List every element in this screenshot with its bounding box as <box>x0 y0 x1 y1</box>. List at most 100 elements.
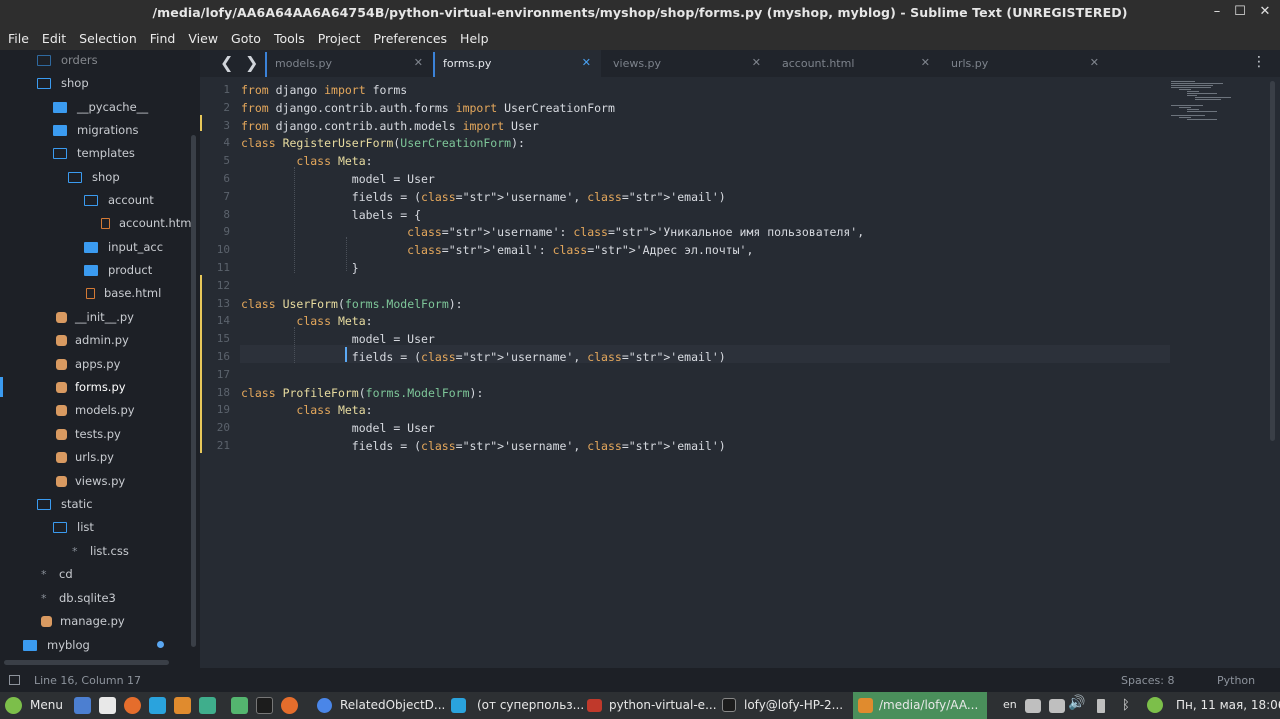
clock[interactable]: Пн, 11 мая, 18:06 <box>1176 698 1280 712</box>
code-editor[interactable]: 1 from django import forms 2 from django.co… <box>200 77 1280 668</box>
menu-help[interactable]: Help <box>460 31 489 46</box>
chevron-left-icon[interactable]: ❮ <box>220 53 233 72</box>
tab-views-py[interactable]: views.py ✕ <box>603 50 771 77</box>
sidebar-item-static[interactable]: static <box>37 494 93 514</box>
tab-urls-py[interactable]: urls.py ✕ <box>941 50 1109 77</box>
code-line[interactable]: 5 class Meta: <box>200 152 1280 170</box>
sidebar-item-tests-py[interactable]: tests.py <box>56 424 121 444</box>
sidebar-item-base-html[interactable]: base.html <box>86 283 161 303</box>
sidebar-item-admin-py[interactable]: admin.py <box>56 330 129 350</box>
menu-edit[interactable]: Edit <box>42 31 66 46</box>
terminal-icon[interactable] <box>256 697 273 714</box>
code-line[interactable]: 21 fields = (class="str">'username', cla… <box>200 437 1280 455</box>
code-line[interactable]: 11 } <box>200 259 1280 277</box>
desktop-icon[interactable] <box>74 697 91 714</box>
sidebar-item-input-acc[interactable]: input_acc <box>84 237 163 257</box>
menu-find[interactable]: Find <box>150 31 176 46</box>
more-vertical-icon[interactable]: ⋮ <box>1252 54 1266 70</box>
menu-button[interactable]: Menu <box>30 698 63 712</box>
code-line[interactable]: 13 class UserForm(forms.ModelForm): <box>200 295 1280 313</box>
sidebar-item-account-html[interactable]: account.html <box>101 213 195 233</box>
sidebar-item-migrations[interactable]: migrations <box>53 120 139 140</box>
sidebar-horizontal-scrollbar[interactable] <box>4 660 169 665</box>
sidebar-item-shop[interactable]: shop <box>37 73 89 93</box>
telegram-icon[interactable] <box>149 697 166 714</box>
minimap[interactable] <box>1171 81 1231 121</box>
sidebar-item-myblog[interactable]: myblog <box>23 635 90 655</box>
app-icon[interactable] <box>199 697 216 714</box>
update-shield-icon[interactable] <box>1147 697 1163 713</box>
close-icon[interactable]: ✕ <box>752 56 761 69</box>
menu-selection[interactable]: Selection <box>79 31 137 46</box>
tab-models-py[interactable]: models.py ✕ <box>265 50 433 77</box>
sidebar-item-urls-py[interactable]: urls.py <box>56 447 114 467</box>
tab-account-html[interactable]: account.html ✕ <box>772 50 940 77</box>
taskbar-window-3[interactable]: python-virtual-e... <box>609 698 717 712</box>
tab-forms-py[interactable]: forms.py ✕ <box>433 50 601 77</box>
mint-menu-icon[interactable] <box>5 697 22 714</box>
sidebar-item-templates-shop[interactable]: shop <box>68 167 120 187</box>
sidebar-item-cd[interactable]: * cd <box>41 564 73 584</box>
code-line[interactable]: 3 from django.contrib.auth.models import … <box>200 117 1280 135</box>
code-line[interactable]: 12 <box>200 277 1280 295</box>
code-line[interactable]: 7 fields = (class="str">'username', clas… <box>200 188 1280 206</box>
sidebar-item-templates[interactable]: templates <box>53 143 135 163</box>
code-line[interactable]: 18 class ProfileForm(forms.ModelForm): <box>200 384 1280 402</box>
folder-launcher-icon[interactable] <box>231 697 248 714</box>
code-line[interactable]: 2 from django.contrib.auth.forms import U… <box>200 99 1280 117</box>
sidebar-item-apps-py[interactable]: apps.py <box>56 354 120 374</box>
sidebar-item-models-py[interactable]: models.py <box>56 400 135 420</box>
code-line[interactable]: 14 class Meta: <box>200 312 1280 330</box>
sidebar-item-account[interactable]: account <box>84 190 154 210</box>
menu-tools[interactable]: Tools <box>274 31 305 46</box>
sidebar-item-orders[interactable]: orders <box>37 50 98 70</box>
menu-view[interactable]: View <box>188 31 218 46</box>
taskbar-window-2[interactable]: (от суперпольз... <box>477 698 584 712</box>
sidebar-item-pycache[interactable]: __pycache__ <box>53 97 148 117</box>
close-icon[interactable]: ✕ <box>582 56 591 69</box>
taskbar-window-5[interactable]: /media/lofy/AA... <box>879 698 978 712</box>
sidebar-item-views-py[interactable]: views.py <box>56 471 125 491</box>
network-icon[interactable] <box>1025 699 1041 713</box>
indentation-setting[interactable]: Spaces: 8 <box>1121 674 1174 687</box>
sidebar-item-init-py[interactable]: __init__.py <box>56 307 134 327</box>
keyboard-layout[interactable]: en <box>1003 698 1017 711</box>
close-icon[interactable]: ✕ <box>1090 56 1099 69</box>
firefox-icon[interactable] <box>124 697 141 714</box>
close-icon[interactable]: ✕ <box>414 56 423 69</box>
battery-icon[interactable] <box>1097 699 1105 713</box>
sidebar-item-list-css[interactable]: * list.css <box>72 541 129 561</box>
taskbar-window-1[interactable]: RelatedObjectD... <box>340 698 445 712</box>
code-line[interactable]: 15 model = User <box>200 330 1280 348</box>
syntax-selector[interactable]: Python <box>1217 674 1255 687</box>
code-line[interactable]: 4 class RegisterUserForm(UserCreationForm… <box>200 134 1280 152</box>
code-line[interactable]: 6 model = User <box>200 170 1280 188</box>
sidebar-scrollbar[interactable] <box>191 135 196 647</box>
tray-app-icon[interactable] <box>1049 699 1065 713</box>
close-button[interactable]: ✕ <box>1254 2 1276 22</box>
maximize-button[interactable]: ☐ <box>1229 2 1251 22</box>
files-icon[interactable] <box>99 697 116 714</box>
code-line[interactable]: 20 model = User <box>200 419 1280 437</box>
menu-preferences[interactable]: Preferences <box>374 31 448 46</box>
menu-goto[interactable]: Goto <box>231 31 261 46</box>
sidebar-item-forms-py[interactable]: forms.py <box>56 377 126 397</box>
code-line[interactable]: 17 <box>200 366 1280 384</box>
sidebar-item-product[interactable]: product <box>84 260 152 280</box>
code-line[interactable]: 1 from django import forms <box>200 81 1280 99</box>
taskbar-window-4[interactable]: lofy@lofy-HP-2... <box>744 698 843 712</box>
volume-icon[interactable]: 🔊 <box>1068 695 1085 711</box>
sidebar-item-db-sqlite3[interactable]: * db.sqlite3 <box>41 588 116 608</box>
code-line[interactable]: 10 class="str">'email': class="str">'Адр… <box>200 241 1280 259</box>
close-icon[interactable]: ✕ <box>921 56 930 69</box>
sidebar-item-manage-py[interactable]: manage.py <box>41 611 125 631</box>
menu-project[interactable]: Project <box>318 31 361 46</box>
sublime-launcher-icon[interactable] <box>174 697 191 714</box>
bluetooth-icon[interactable]: ᛒ <box>1122 698 1130 713</box>
code-line[interactable]: 8 labels = { <box>200 206 1280 224</box>
minimize-button[interactable]: – <box>1206 2 1228 22</box>
chevron-right-icon[interactable]: ❯ <box>245 53 258 72</box>
code-line[interactable]: 9 class="str">'username': class="str">'У… <box>200 223 1280 241</box>
code-line[interactable]: 16 fields = (class="str">'username', cla… <box>200 348 1280 366</box>
menu-file[interactable]: File <box>8 31 29 46</box>
